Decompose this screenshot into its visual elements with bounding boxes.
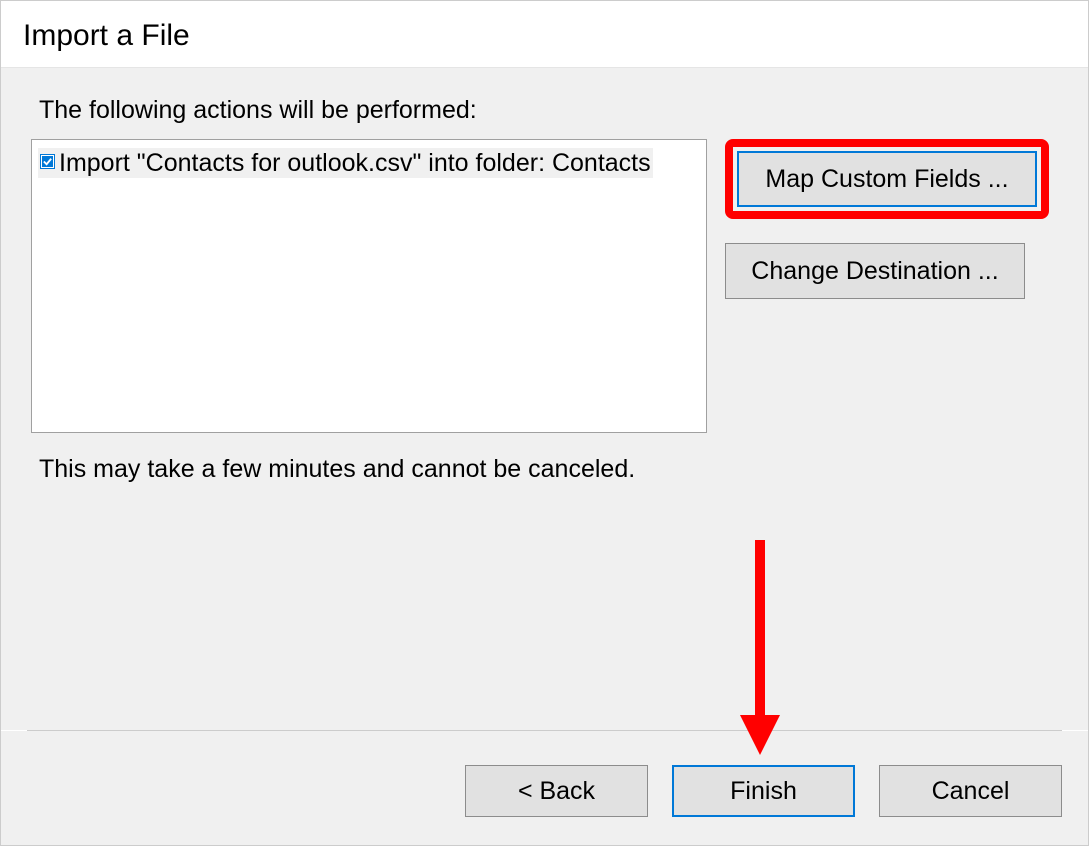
action-item[interactable]: Import "Contacts for outlook.csv" into f… [38, 148, 653, 178]
change-destination-button[interactable]: Change Destination ... [725, 243, 1025, 299]
prompt-label: The following actions will be performed: [39, 96, 1058, 125]
dialog-title: Import a File [23, 19, 1066, 53]
content-area: The following actions will be performed:… [1, 68, 1088, 730]
back-button[interactable]: < Back [465, 765, 648, 817]
checkbox-checked-icon[interactable] [40, 154, 55, 169]
actions-list[interactable]: Import "Contacts for outlook.csv" into f… [31, 139, 707, 433]
map-custom-fields-button[interactable]: Map Custom Fields ... [737, 151, 1037, 207]
side-buttons: Map Custom Fields ... Change Destination… [725, 139, 1049, 299]
import-file-dialog: Import a File The following actions will… [0, 0, 1089, 846]
finish-button[interactable]: Finish [672, 765, 855, 817]
nav-button-row: < Back Finish Cancel [1, 731, 1088, 845]
action-item-text: Import "Contacts for outlook.csv" into f… [59, 148, 651, 178]
main-row: Import "Contacts for outlook.csv" into f… [31, 139, 1058, 433]
title-bar: Import a File [1, 1, 1088, 68]
cancel-button[interactable]: Cancel [879, 765, 1062, 817]
note-text: This may take a few minutes and cannot b… [39, 455, 1058, 484]
highlight-annotation: Map Custom Fields ... [725, 139, 1049, 219]
